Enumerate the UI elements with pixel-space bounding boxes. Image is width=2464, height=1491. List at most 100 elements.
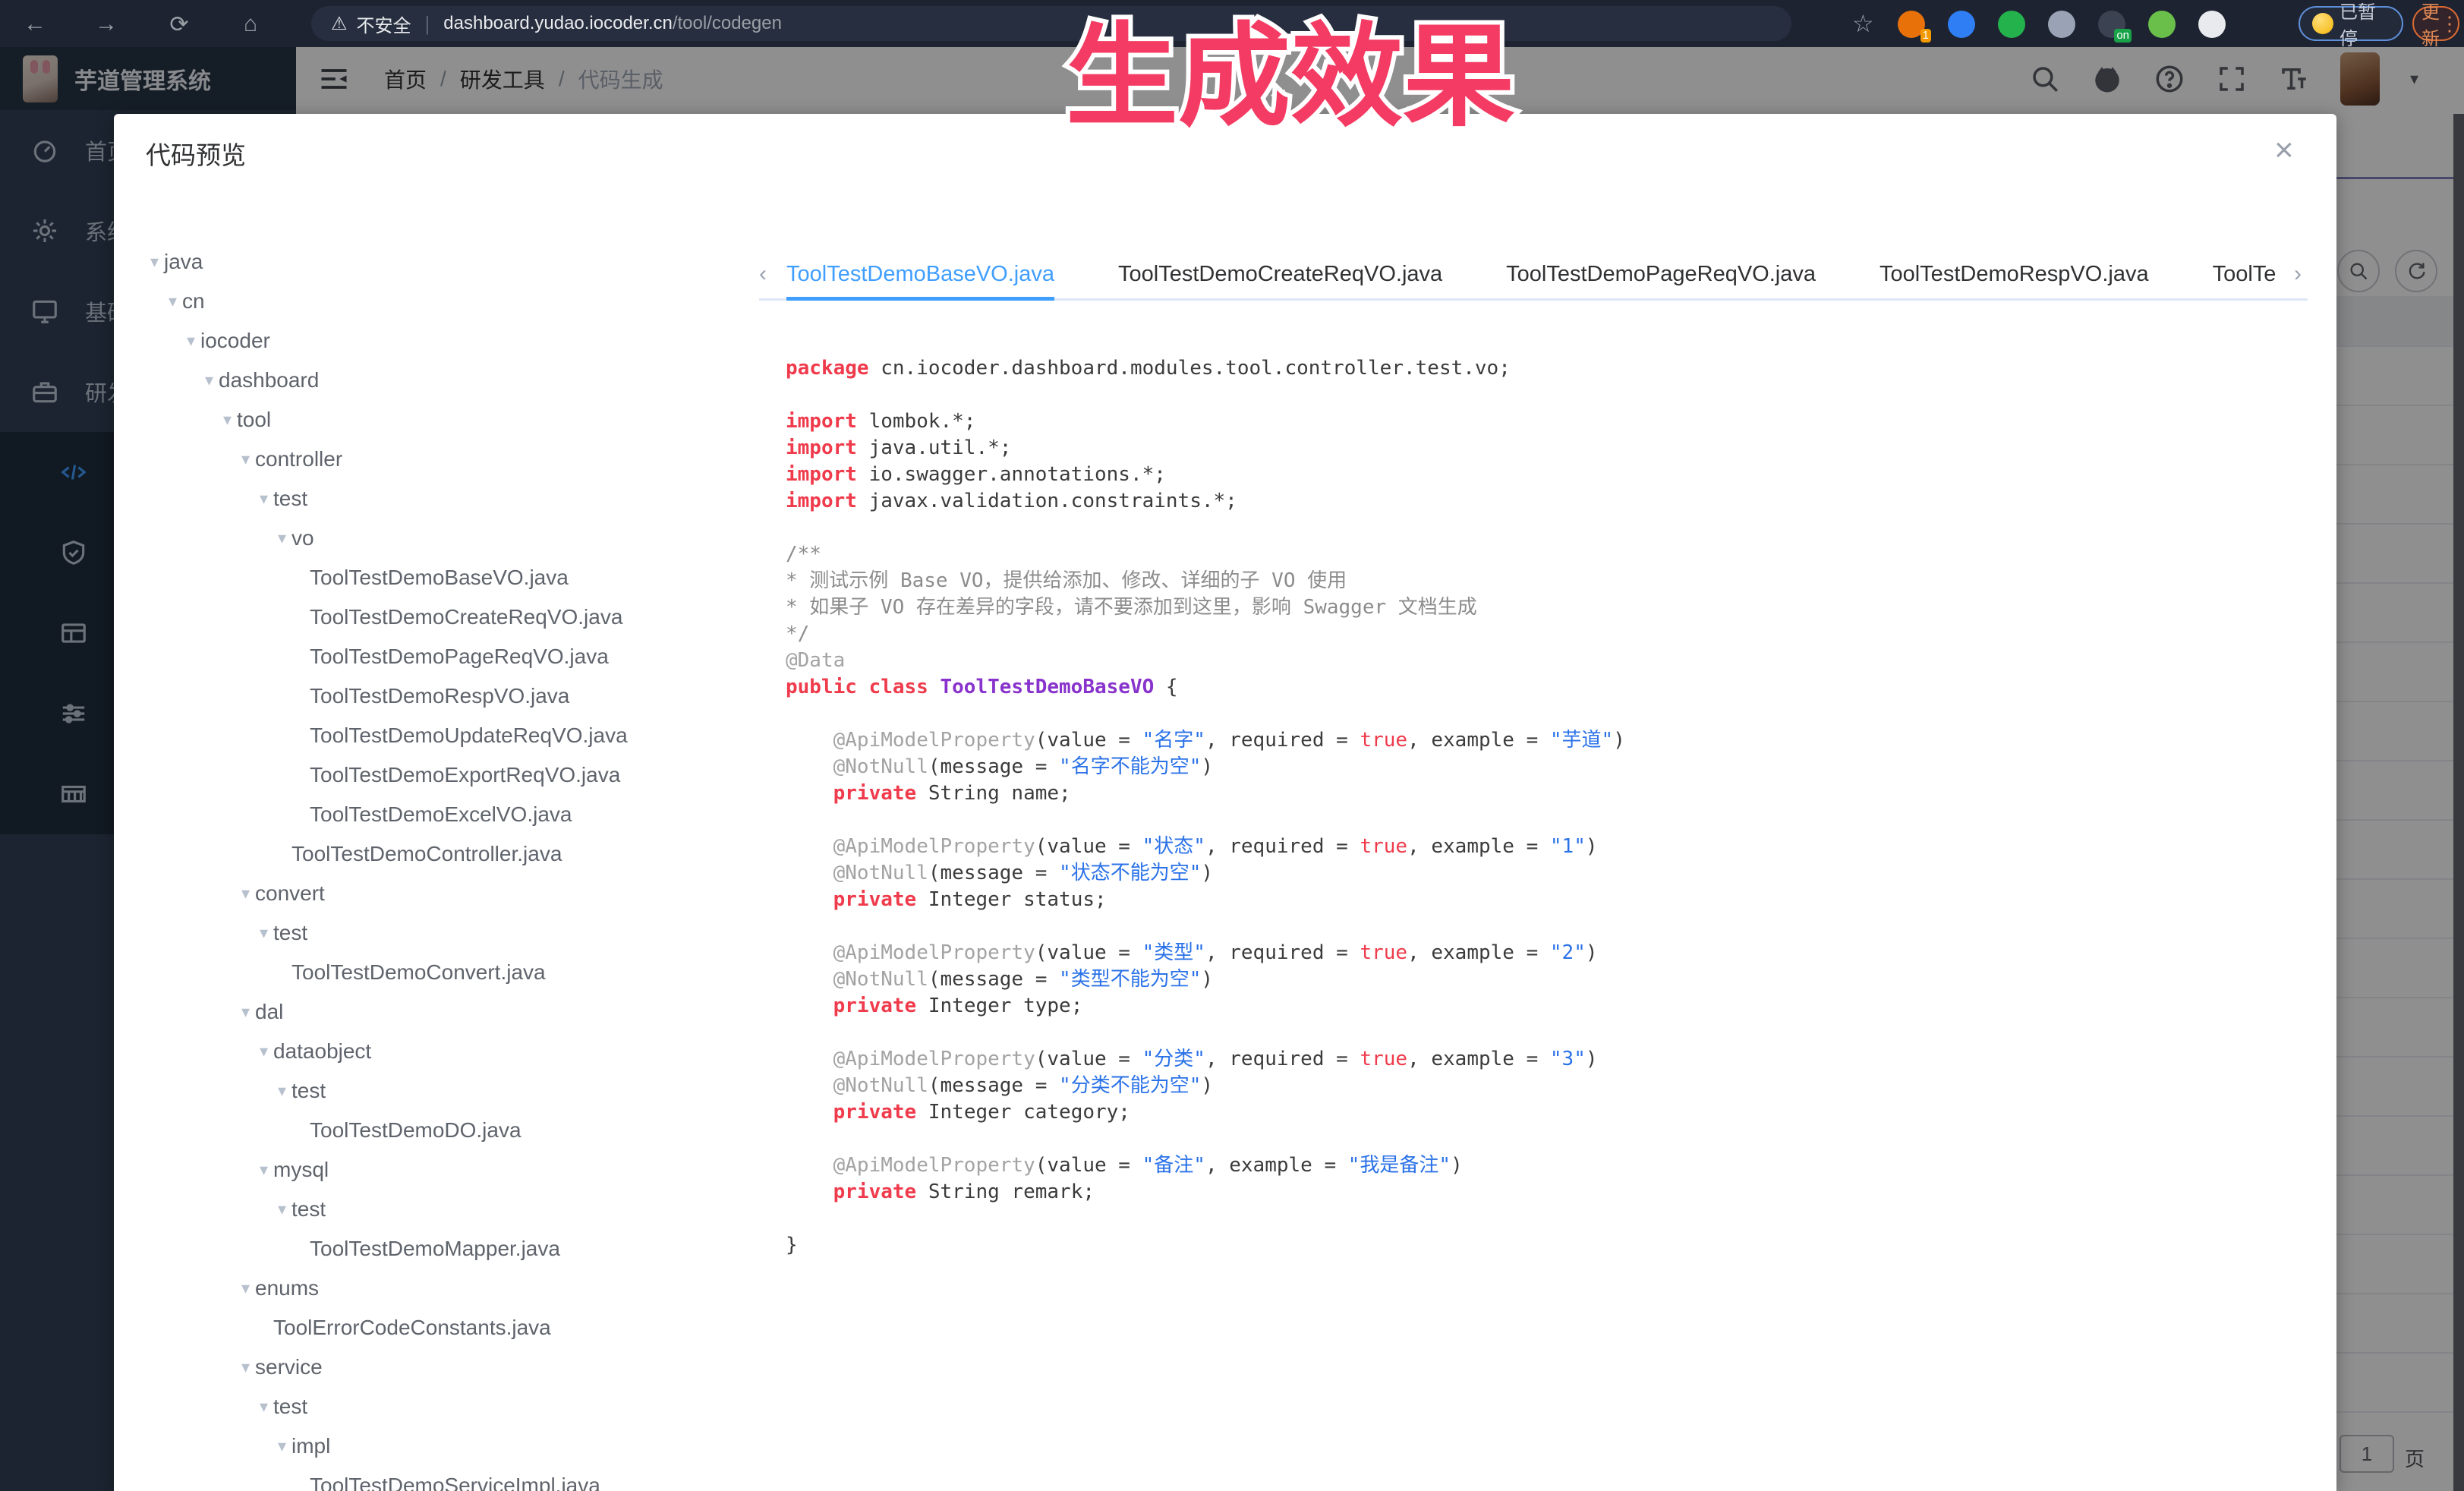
code-line: import lombok.*;	[786, 408, 1625, 435]
file-tab[interactable]: ToolTestDemoRespVO.java	[1880, 252, 2149, 301]
caret-down-icon[interactable]: ▾	[241, 1348, 250, 1387]
caret-down-icon[interactable]: ▾	[187, 321, 195, 361]
extension-badge: on	[2114, 29, 2132, 43]
code-line: @ApiModelProperty(value = "状态", required…	[786, 834, 1625, 860]
extension-badge: 1	[1920, 29, 1931, 43]
tree-node-label: ToolTestDemoCreateReqVO.java	[310, 597, 622, 637]
tree-node-label: test	[273, 1387, 307, 1426]
blue-drop-extension-icon[interactable]	[1948, 11, 1975, 38]
code-line	[786, 515, 1625, 541]
code-line: * 测试示例 Base VO，提供给添加、修改、详细的子 VO 使用	[786, 568, 1625, 594]
green-circle-extension-icon[interactable]	[1998, 11, 2025, 38]
home-icon[interactable]: ⌂	[234, 8, 267, 41]
tree-node-label: dashboard	[219, 361, 319, 400]
code-line: */	[786, 621, 1625, 648]
caret-down-icon[interactable]: ▾	[241, 992, 250, 1032]
file-tab[interactable]: ToolTestDemoCreateReqVO.java	[1118, 252, 1442, 301]
code-line: @NotNull(message = "状态不能为空")	[786, 860, 1625, 887]
code-line: @ApiModelProperty(value = "分类", required…	[786, 1046, 1625, 1073]
tree-node-label: cn	[182, 282, 205, 321]
code-line: @ApiModelProperty(value = "名字", required…	[786, 727, 1625, 754]
tree-node-label: ToolTestDemoMapper.java	[310, 1229, 560, 1269]
puzzle-extension-icon[interactable]	[2198, 11, 2226, 38]
emoji-face-icon	[2312, 13, 2333, 34]
paused-badge[interactable]: 已暂停	[2299, 6, 2403, 41]
back-icon[interactable]: ←	[18, 8, 52, 41]
caret-down-icon[interactable]: ▾	[278, 1426, 286, 1466]
code-line: import java.util.*;	[786, 435, 1625, 462]
update-button[interactable]: 更新 ⋮	[2412, 6, 2459, 41]
tree-node-label: ToolTestDemoUpdateReqVO.java	[310, 716, 628, 755]
code-line: public class ToolTestDemoBaseVO {	[786, 674, 1625, 701]
browser-menu-icon[interactable]: ⋮	[2440, 12, 2459, 36]
caret-down-icon[interactable]: ▾	[223, 400, 232, 440]
caret-down-icon[interactable]: ▾	[260, 1150, 268, 1190]
tree-node-label: vo	[291, 519, 314, 558]
tree-node-label: impl	[291, 1426, 330, 1466]
caret-down-icon[interactable]: ▾	[150, 242, 159, 282]
code-preview-dialog: 代码预览 × ▾java▾cn▾iocoder▾dashboard▾tool▾c…	[114, 114, 2336, 1491]
close-icon[interactable]: ×	[2274, 134, 2294, 167]
code-line: @NotNull(message = "名字不能为空")	[786, 754, 1625, 780]
code-line: @NotNull(message = "类型不能为空")	[786, 966, 1625, 993]
caret-down-icon[interactable]: ▾	[260, 913, 268, 953]
list-extension-icon[interactable]: on	[2098, 11, 2125, 38]
file-tab[interactable]: ToolTestDemoPageReqVO.java	[1506, 252, 1816, 301]
tree-node-label: test	[291, 1190, 326, 1229]
caret-down-icon[interactable]: ▾	[278, 1071, 286, 1111]
caret-down-icon[interactable]: ▾	[241, 874, 250, 913]
annotation-text: 生成效果	[1066, 14, 1515, 140]
caret-down-icon[interactable]: ▾	[169, 282, 177, 321]
grid-extension-icon[interactable]	[2048, 11, 2075, 38]
tree-node-label: ToolTestDemoExportReqVO.java	[310, 755, 620, 795]
code-line: import io.swagger.annotations.*;	[786, 462, 1625, 488]
code-line	[786, 913, 1625, 940]
caret-down-icon[interactable]: ▾	[241, 1269, 250, 1308]
browser-scrollbar[interactable]	[2453, 114, 2464, 1491]
caret-down-icon[interactable]: ▾	[260, 1032, 268, 1071]
tree-node-label: convert	[255, 874, 325, 913]
code-line	[786, 807, 1625, 834]
code-line: private Integer type;	[786, 993, 1625, 1020]
tree-node-label: dal	[255, 992, 283, 1032]
caret-down-icon[interactable]: ▾	[278, 519, 286, 558]
code-line: private String name;	[786, 780, 1625, 807]
tree-node-label: test	[291, 1071, 326, 1111]
tree-node-label: mysql	[273, 1150, 329, 1190]
orange-extension-icon[interactable]: 1	[1898, 11, 1925, 38]
url-path: /tool/codegen	[673, 13, 782, 34]
reload-icon[interactable]: ⟳	[162, 8, 196, 41]
file-tab[interactable]: ToolTestDemoBaseVO.java	[786, 252, 1054, 301]
code-line: }	[786, 1232, 1625, 1259]
tree-node-label: ToolTestDemoDO.java	[310, 1111, 521, 1150]
tree-node-label: ToolTestDemoPageReqVO.java	[310, 637, 609, 676]
caret-down-icon[interactable]: ▾	[278, 1190, 286, 1229]
code-line	[786, 1206, 1625, 1232]
tree-node-label: test	[273, 913, 307, 953]
caret-down-icon[interactable]: ▾	[260, 1387, 268, 1426]
code-line: private Integer status;	[786, 887, 1625, 913]
code-line: * 如果子 VO 存在差异的字段，请不要添加到这里，影响 Swagger 文档生…	[786, 594, 1625, 621]
caret-down-icon[interactable]: ▾	[241, 440, 250, 479]
code-line	[786, 382, 1625, 408]
code-line: package cn.iocoder.dashboard.modules.too…	[786, 355, 1625, 382]
annotation-overlay: 生成效果	[1010, 0, 1571, 152]
security-label[interactable]: 不安全	[357, 11, 411, 37]
caret-down-icon[interactable]: ▾	[205, 361, 213, 400]
tree-node-label: ToolTestDemoConvert.java	[291, 953, 546, 992]
tree-node-label: java	[164, 242, 203, 282]
tree-node-label: controller	[255, 440, 342, 479]
code-line: private Integer category;	[786, 1099, 1625, 1126]
forward-icon[interactable]: →	[90, 8, 123, 41]
tabs-prev-icon[interactable]: ‹	[759, 261, 767, 287]
caret-down-icon[interactable]: ▾	[260, 479, 268, 519]
code-line: @ApiModelProperty(value = "类型", required…	[786, 940, 1625, 966]
code-line: private String remark;	[786, 1179, 1625, 1206]
tree-node-label: ToolTestDemoBaseVO.java	[310, 558, 569, 597]
sprout-extension-icon[interactable]	[2148, 11, 2176, 38]
file-tab[interactable]: ToolTe	[2213, 252, 2277, 301]
bookmark-star-icon[interactable]: ☆	[1852, 9, 1874, 38]
tree-node-label: enums	[255, 1269, 319, 1308]
url-host: dashboard.yudao.iocoder.cn	[443, 13, 673, 34]
tabs-next-icon[interactable]: ›	[2294, 261, 2302, 287]
